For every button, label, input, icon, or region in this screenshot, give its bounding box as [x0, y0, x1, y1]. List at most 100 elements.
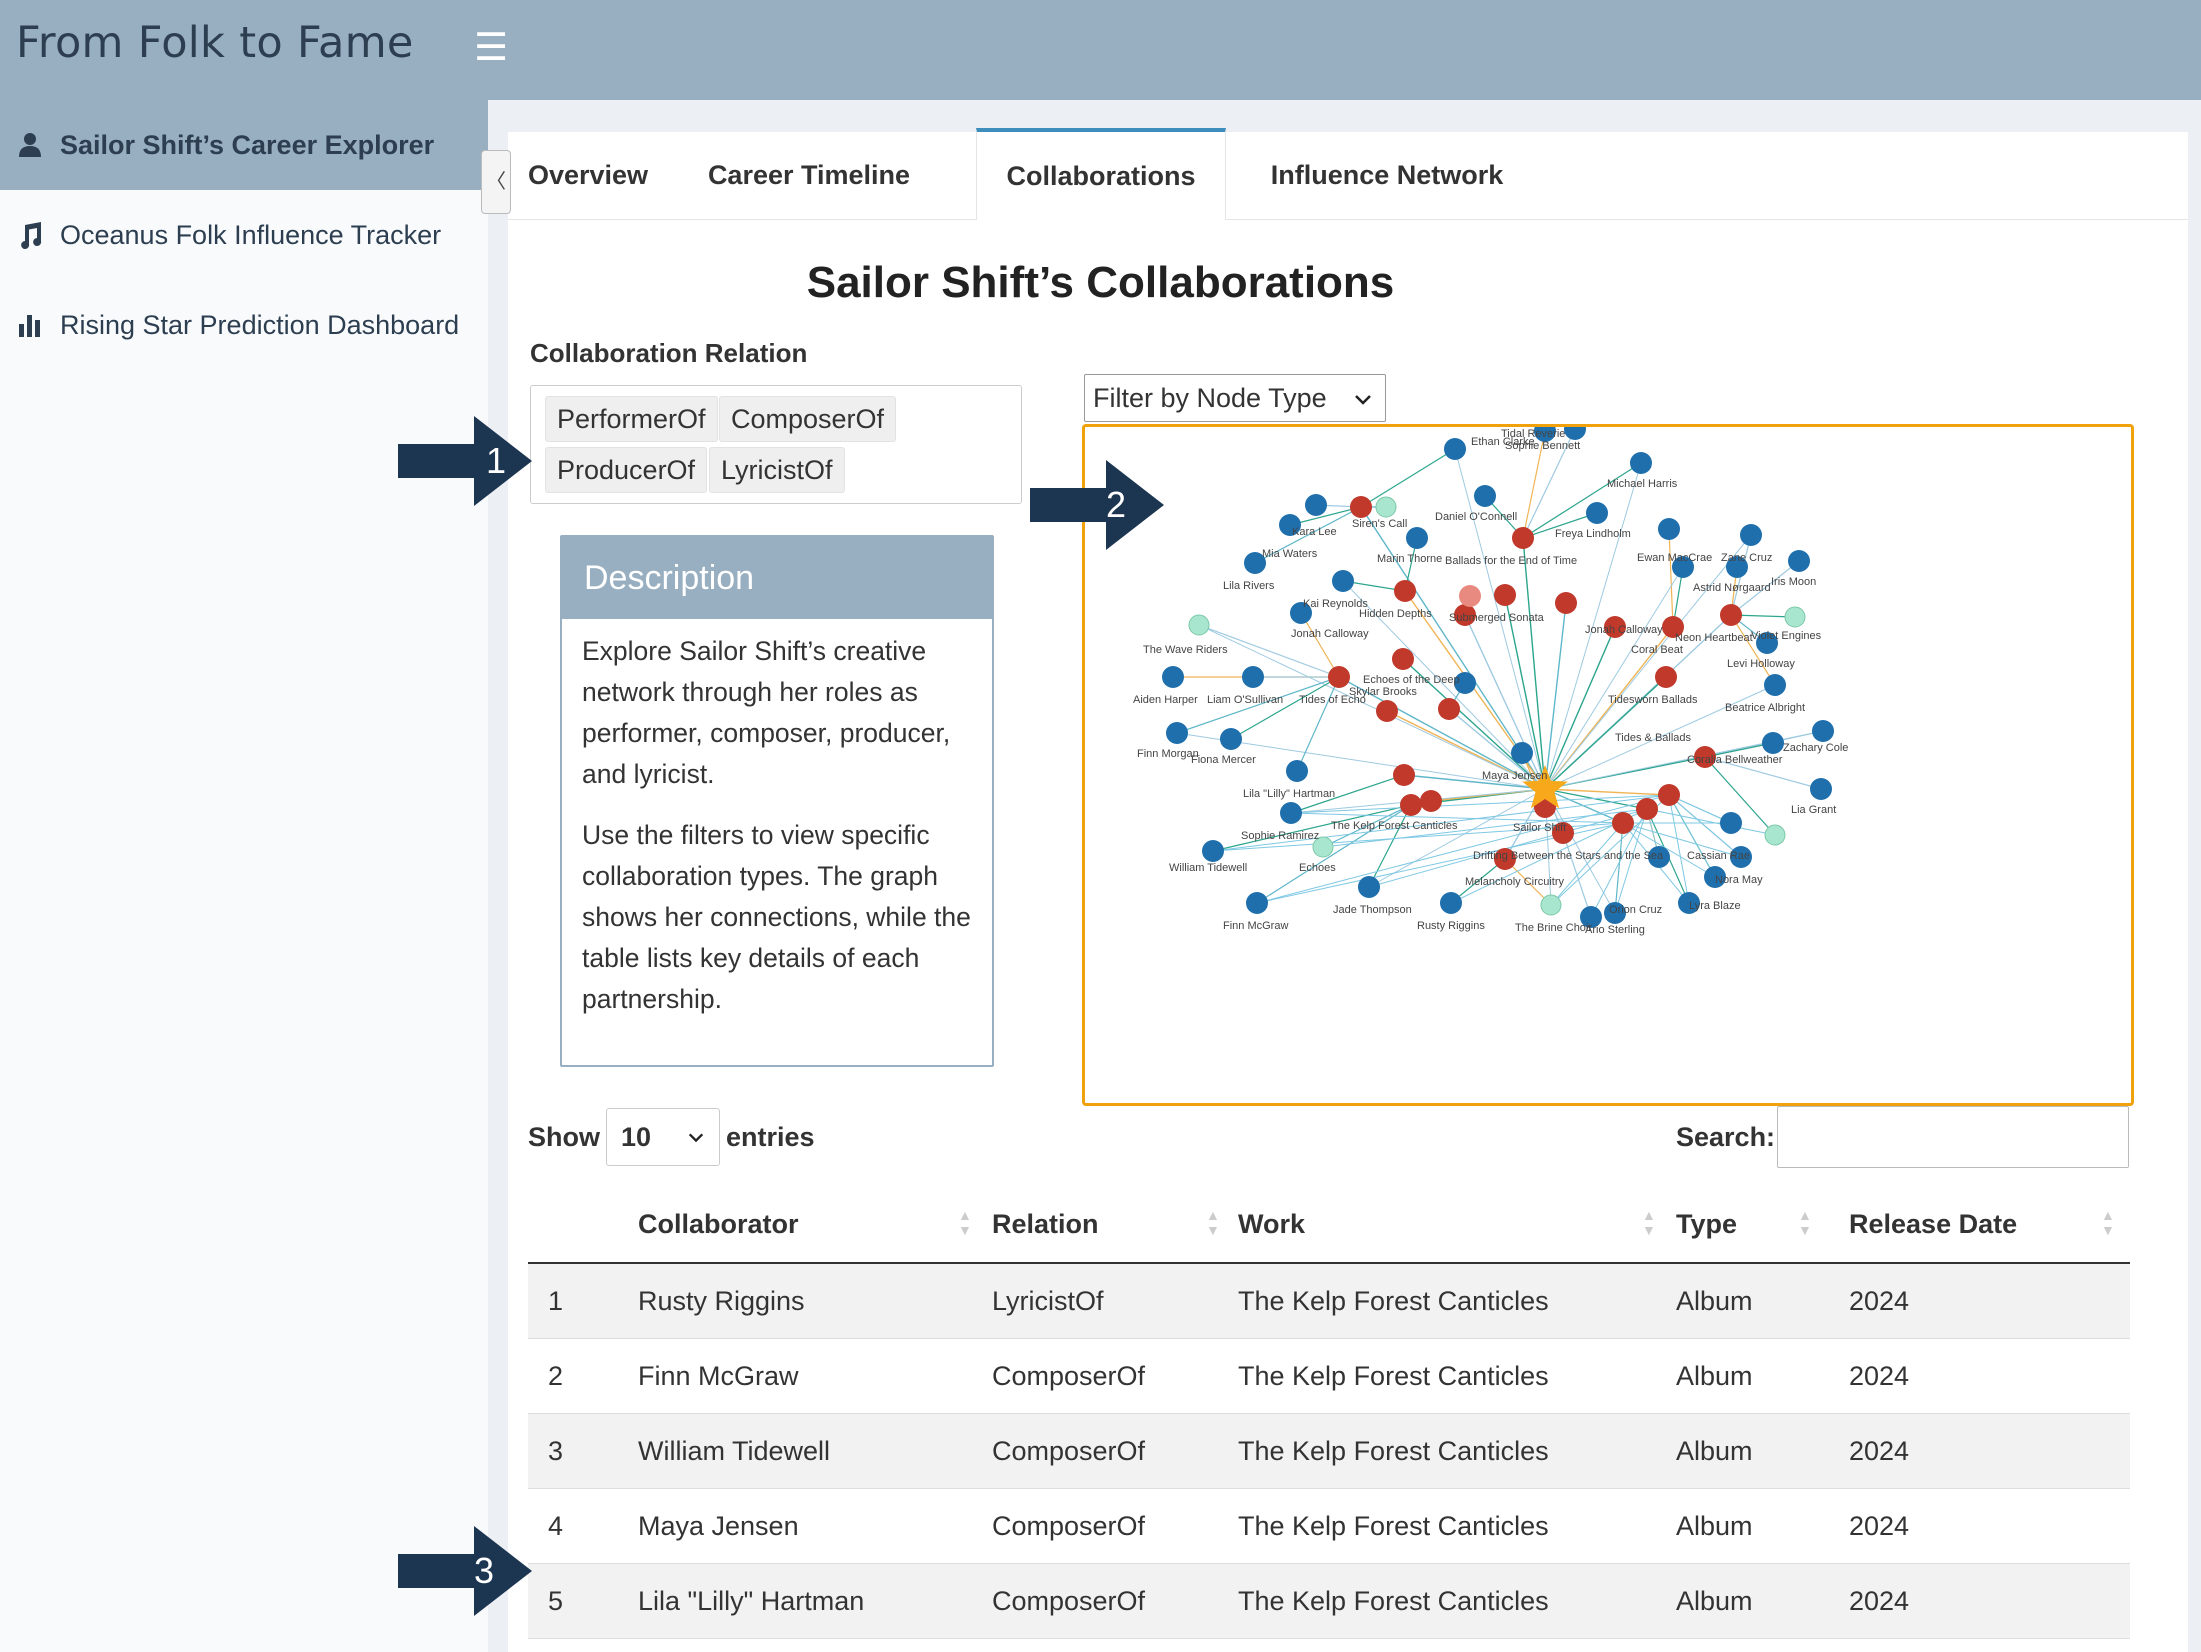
work-node[interactable] [1438, 698, 1460, 720]
column-header-relation[interactable]: Relation ▲ ▼ [992, 1186, 1220, 1262]
person-node[interactable] [1511, 742, 1533, 764]
person-node[interactable] [1788, 550, 1810, 572]
network-node-label: Hidden Depths [1359, 608, 1432, 620]
network-node-label: Ario Sterling [1585, 924, 1645, 936]
table-row[interactable]: 1 Rusty Riggins LyricistOf The Kelp Forest … [528, 1264, 2130, 1339]
tab-overview[interactable]: Overview [508, 132, 668, 219]
person-node[interactable] [1406, 527, 1428, 549]
person-node[interactable] [1740, 524, 1762, 546]
relation-chip-composer[interactable]: ComposerOf [719, 396, 897, 442]
work-node[interactable] [1400, 794, 1422, 816]
person-node[interactable] [1332, 570, 1354, 592]
network-node-label: Sophie Ramirez [1241, 830, 1319, 842]
relation-chip-performer[interactable]: PerformerOf [545, 396, 718, 442]
person-node[interactable] [1764, 674, 1786, 696]
work-node[interactable] [1658, 784, 1680, 806]
annotation-arrow-1: 1 [398, 416, 532, 511]
work-node[interactable] [1494, 584, 1516, 606]
search-input[interactable] [1777, 1106, 2129, 1168]
collaboration-network-graph[interactable]: Ethan Clarke Tidal Reverie Sophie Bennett M… [1082, 424, 2134, 1106]
music-note-icon [0, 221, 60, 249]
relation-chip-producer[interactable]: ProducerOf [545, 447, 708, 493]
chevron-down-icon [1353, 385, 1373, 416]
person-node[interactable] [1440, 892, 1462, 914]
tab-career-timeline[interactable]: Career Timeline [684, 132, 934, 219]
relation-chip-lyricist[interactable]: LyricistOf [709, 447, 845, 493]
column-header-work[interactable]: Work ▲ ▼ [1238, 1186, 1658, 1262]
group-node[interactable] [1764, 824, 1786, 846]
tab-influence-network[interactable]: Influence Network [1242, 132, 1532, 219]
collapse-toggle-button[interactable]: 〈 [481, 150, 511, 214]
table-row[interactable]: 4 Maya Jensen ComposerOf The Kelp Forest Ca… [528, 1489, 2130, 1564]
work-node[interactable] [1512, 527, 1534, 549]
person-node[interactable] [1564, 427, 1586, 440]
node-type-filter[interactable]: Filter by Node Type [1084, 374, 1386, 422]
work-node[interactable] [1555, 592, 1577, 614]
network-node-label: Iris Moon [1771, 576, 1816, 588]
person-node[interactable] [1630, 452, 1652, 474]
relation-multiselect[interactable]: PerformerOf ComposerOf ProducerOf Lyrici… [530, 385, 1022, 504]
person-node[interactable] [1444, 438, 1466, 460]
table-cell: Album [1676, 1360, 1753, 1391]
person-node[interactable] [1202, 840, 1224, 862]
work-node[interactable] [1636, 798, 1658, 820]
person-node[interactable] [1358, 876, 1380, 898]
person-node[interactable] [1246, 892, 1268, 914]
network-node-label: Drifting Between the Stars and the Sea [1473, 850, 1664, 862]
person-node[interactable] [1812, 720, 1834, 742]
column-header-label: Collaborator [638, 1208, 799, 1239]
person-node[interactable] [1720, 812, 1742, 834]
work-node[interactable] [1393, 764, 1415, 786]
highlight-node[interactable] [1459, 585, 1481, 607]
work-node[interactable] [1720, 604, 1742, 626]
person-node[interactable] [1474, 485, 1496, 507]
annotation-arrow-2: 2 [1030, 460, 1164, 555]
hamburger-menu-icon[interactable]: ☰ [474, 28, 508, 68]
network-node-label: Skylar Brooks [1349, 686, 1417, 698]
person-node[interactable] [1166, 722, 1188, 744]
network-node-label: William Tidewell [1169, 862, 1247, 874]
work-node[interactable] [1328, 666, 1350, 688]
person-node[interactable] [1162, 666, 1184, 688]
group-node[interactable] [1375, 496, 1397, 518]
person-node[interactable] [1658, 518, 1680, 540]
column-header-collaborator[interactable]: Collaborator ▲ ▼ [638, 1186, 972, 1262]
group-node[interactable] [1188, 614, 1210, 636]
column-header-index[interactable] [528, 1186, 628, 1262]
table-row[interactable]: 5 Lila "Lilly" Hartman ComposerOf The Kelp … [528, 1564, 2130, 1639]
person-node[interactable] [1286, 760, 1308, 782]
user-icon [0, 132, 60, 158]
work-node[interactable] [1376, 700, 1398, 722]
network-edge [1668, 528, 1674, 628]
sidebar-item-career-explorer[interactable]: Sailor Shift’s Career Explorer [0, 100, 488, 190]
work-node[interactable] [1655, 666, 1677, 688]
sidebar-item-label: Sailor Shift’s Career Explorer [60, 129, 435, 160]
network-node-label: Fiona Mercer [1191, 754, 1256, 766]
person-node[interactable] [1810, 778, 1832, 800]
work-node[interactable] [1394, 580, 1416, 602]
work-node[interactable] [1350, 496, 1372, 518]
tab-bar: Overview Career Timeline Collaborations … [508, 128, 2188, 220]
column-header-type[interactable]: Type ▲ ▼ [1676, 1186, 1836, 1262]
person-node[interactable] [1280, 802, 1302, 824]
entries-label: entries [726, 1121, 815, 1152]
person-node[interactable] [1762, 732, 1784, 754]
group-node[interactable] [1784, 606, 1806, 628]
person-node[interactable] [1242, 666, 1264, 688]
work-node[interactable] [1420, 790, 1442, 812]
person-node[interactable] [1305, 494, 1327, 516]
tab-collaborations[interactable]: Collaborations [976, 128, 1226, 220]
network-node-label: Tidesworn Ballads [1608, 694, 1698, 706]
work-node[interactable] [1392, 648, 1414, 670]
work-node[interactable] [1612, 812, 1634, 834]
network-node-label: Tides & Ballads [1615, 732, 1692, 744]
person-node[interactable] [1586, 502, 1608, 524]
column-header-release-date[interactable]: Release Date ▲ ▼ [1849, 1186, 2129, 1262]
network-node-label: Michael Harris [1607, 478, 1678, 490]
network-node-label: Neon Heartbeat [1675, 632, 1753, 644]
table-row[interactable]: 3 William Tidewell ComposerOf The Kelp Fore… [528, 1414, 2130, 1489]
table-row[interactable]: 2 Finn McGraw ComposerOf The Kelp Forest Ca… [528, 1339, 2130, 1414]
page-length-select[interactable]: 10 [606, 1108, 720, 1166]
person-node[interactable] [1220, 728, 1242, 750]
group-node[interactable] [1540, 894, 1562, 916]
